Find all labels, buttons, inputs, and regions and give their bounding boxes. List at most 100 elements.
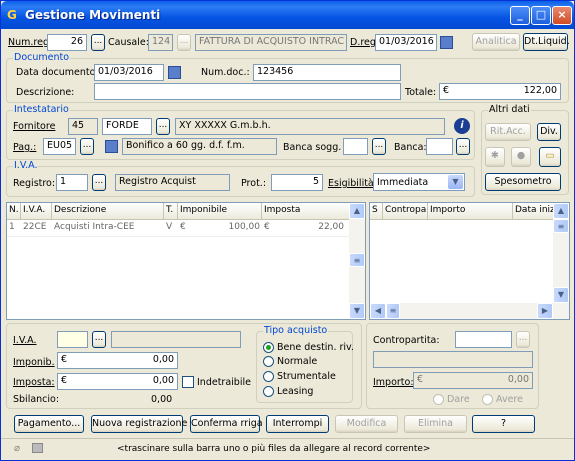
indetraibile-label: Indetraibile — [197, 377, 251, 388]
num-reg-field[interactable]: 26 — [47, 34, 87, 51]
num-reg-lookup-button[interactable]: ... — [91, 34, 105, 51]
iva-line-field[interactable] — [57, 331, 88, 348]
contropartite-grid: S Contropartita Importo Data inizio ▲ ≡ … — [369, 202, 570, 320]
banca-lookup-button[interactable]: ... — [456, 138, 470, 155]
indetraibile-checkbox[interactable] — [182, 376, 194, 388]
app-logo-icon: G — [7, 8, 17, 22]
totale-currency: € — [443, 85, 450, 96]
minimize-button[interactable]: _ — [510, 6, 530, 25]
data-reg-field[interactable]: 01/03/2016 — [375, 34, 437, 51]
scroll-down-icon[interactable]: ▼ — [553, 287, 569, 303]
registro-num-field[interactable]: 1 — [56, 174, 88, 191]
causale-lookup-button[interactable]: ... — [177, 34, 191, 51]
radio-avere[interactable] — [482, 394, 493, 405]
documento-title: Documento — [13, 52, 71, 63]
radio-bene-destin[interactable] — [263, 342, 274, 353]
vertical-scrollbar[interactable]: ▲ ≡ ▼ — [349, 203, 365, 319]
col-header-imponibile[interactable]: Imponibile — [178, 203, 262, 220]
radio-normale[interactable] — [263, 356, 274, 367]
maximize-button[interactable]: □ — [531, 6, 551, 25]
rit-acc-button[interactable]: Rit.Acc. — [485, 123, 531, 141]
contropartita-field[interactable] — [455, 331, 512, 348]
totale-field[interactable]: € 122,00 — [439, 83, 561, 100]
star-icon[interactable]: ✱ — [485, 147, 505, 167]
pagamento-lookup-button[interactable]: ... — [80, 138, 94, 155]
modifica-button[interactable]: Modifica — [335, 415, 398, 433]
iva-line-lookup-button[interactable]: ... — [92, 331, 106, 348]
num-doc-field[interactable]: 123456 — [253, 64, 401, 81]
col-header-contropartita[interactable]: Contropartita — [383, 203, 428, 220]
causale-code-field[interactable]: 124 — [148, 34, 173, 51]
imponibile-field[interactable]: € 0,00 — [57, 352, 178, 369]
sbilancio-label: Sbilancio: — [13, 394, 60, 405]
banca-sogg-field[interactable] — [343, 138, 368, 155]
table-row[interactable]: 1 22CE Acquisti Intra-CEE V € 100,00 € 2… — [7, 220, 350, 237]
scroll-right-icon[interactable]: ▶ — [537, 303, 553, 319]
scroll-down-icon[interactable]: ▼ — [349, 303, 365, 319]
calendar-icon[interactable] — [168, 66, 181, 79]
imposta-field[interactable]: € 0,00 — [57, 373, 178, 390]
calendar-icon[interactable] — [105, 140, 118, 153]
scroll-up-icon[interactable]: ▲ — [349, 203, 365, 219]
paperclip-icon[interactable]: ⌀ — [14, 443, 20, 454]
col-header-s[interactable]: S — [370, 203, 383, 220]
prot-field[interactable]: 5 — [271, 174, 323, 191]
scroll-thumb[interactable]: ≡ — [386, 303, 400, 319]
help-button[interactable]: ? — [472, 415, 535, 433]
nuova-registrazione-button[interactable]: Nuova registrazione — [91, 415, 187, 433]
imponibile-label: Imponib. — [13, 357, 55, 368]
analitica-button[interactable]: Analitica — [472, 33, 520, 51]
banca-sogg-lookup-button[interactable]: ... — [372, 138, 386, 155]
importo-field[interactable]: € 0,00 — [413, 372, 533, 389]
esigibilita-select[interactable]: Immediata ▼ — [373, 173, 465, 191]
banca-field[interactable] — [426, 138, 453, 155]
fornitore-lookup-button[interactable]: ... — [156, 118, 170, 135]
data-documento-field[interactable]: 01/03/2016 — [94, 64, 164, 81]
calendar-icon[interactable] — [440, 36, 453, 49]
scroll-thumb[interactable]: ≡ — [349, 253, 365, 267]
row-imponibile: 100,00 — [228, 222, 261, 232]
col-header-descrizione[interactable]: Descrizione — [52, 203, 164, 220]
row-iva: 22CE — [23, 222, 47, 232]
fornitore-code-field[interactable]: FORDE — [102, 118, 152, 135]
scroll-thumb[interactable]: ≡ — [553, 219, 569, 233]
horizontal-scrollbar[interactable]: ◀ ≡ ▶ — [370, 303, 569, 319]
interrompi-button[interactable]: Interrompi — [266, 415, 329, 433]
col-header-data-inizio[interactable]: Data inizio — [513, 203, 555, 220]
radio-strumentale[interactable] — [263, 371, 274, 382]
attachment-icon[interactable] — [32, 443, 43, 453]
col-header-importo[interactable]: Importo — [428, 203, 513, 220]
info-icon[interactable]: i — [454, 118, 470, 134]
row-imponibile-currency: € — [180, 222, 186, 232]
col-header-iva[interactable]: I.V.A. — [21, 203, 52, 220]
close-button[interactable]: × — [552, 6, 572, 25]
col-header-t[interactable]: T. — [164, 203, 178, 220]
importo-currency: € — [417, 374, 424, 385]
registro-lookup-button[interactable]: ... — [92, 174, 106, 191]
descrizione-field[interactable] — [94, 83, 401, 100]
sphere-icon[interactable]: ● — [511, 147, 531, 167]
title-bar[interactable]: G Gestione Movimenti _ □ × — [1, 1, 574, 29]
vertical-scrollbar[interactable]: ▲ ≡ ▼ — [553, 203, 569, 303]
radio-leasing[interactable] — [263, 386, 274, 397]
scroll-up-icon[interactable]: ▲ — [553, 203, 569, 219]
col-header-imposta[interactable]: Imposta — [262, 203, 350, 220]
data-documento-label: Data documento: — [16, 67, 99, 78]
row-imposta-currency: € — [264, 222, 270, 232]
scroll-left-icon[interactable]: ◀ — [370, 303, 386, 319]
status-bar: ⌀ <trascinare sulla barra uno o più file… — [1, 438, 574, 460]
chevron-down-icon[interactable]: ▼ — [448, 175, 463, 189]
elimina-button[interactable]: Elimina — [404, 415, 467, 433]
folder-icon[interactable]: ▭ — [539, 147, 561, 167]
radio-dare[interactable] — [433, 394, 444, 405]
col-header-n[interactable]: N. — [7, 203, 21, 220]
contropartita-lookup-button[interactable]: ... — [516, 331, 530, 348]
pagamento-code-field[interactable]: EU05 — [43, 138, 76, 155]
conferma-riga-button[interactable]: Conferma rriga — [190, 415, 263, 433]
pagamento-button[interactable]: Pagamento... — [14, 415, 84, 433]
div-button[interactable]: Div. — [537, 123, 561, 141]
spesometro-button[interactable]: Spesometro — [485, 173, 561, 191]
esigibilita-value: Immediata — [377, 177, 429, 188]
banca-label: Banca: — [394, 142, 427, 153]
dt-liquid-button[interactable]: Dt.Liquid. — [523, 33, 570, 51]
